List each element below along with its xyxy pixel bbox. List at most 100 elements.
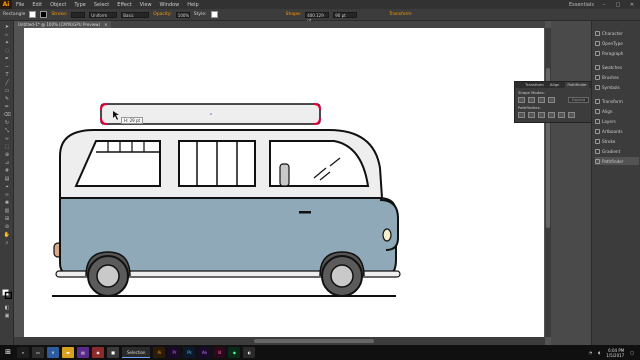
dock-pathfinder[interactable]: Pathfinder xyxy=(595,157,639,165)
stroke-swatch[interactable] xyxy=(40,11,48,18)
taskbar-active-app[interactable]: Selection xyxy=(122,347,151,358)
pen-tool-icon[interactable]: ✒ xyxy=(3,56,11,63)
tab-align[interactable]: Align xyxy=(550,82,560,88)
horizontal-scrollbar[interactable] xyxy=(14,337,545,345)
selection-tool-icon[interactable]: ➤ xyxy=(3,24,11,31)
dock-gradient[interactable]: Gradient xyxy=(595,147,639,155)
zoom-tool-icon[interactable]: ⌕ xyxy=(3,240,11,247)
magic-wand-tool-icon[interactable]: ✦ xyxy=(3,40,11,47)
height-field[interactable]: 90 pt xyxy=(333,11,358,18)
artboard[interactable]: H: 29 pt xyxy=(24,28,544,345)
workspace-switcher[interactable]: Essentials xyxy=(569,2,594,8)
gradient-tool-icon[interactable]: ▤ xyxy=(3,176,11,183)
dock-artboards[interactable]: Artboards xyxy=(595,127,639,135)
slice-tool-icon[interactable]: ⊘ xyxy=(3,224,11,231)
outline-button[interactable] xyxy=(558,112,565,118)
minimize-icon[interactable]: – xyxy=(600,2,608,8)
mesh-tool-icon[interactable]: # xyxy=(3,168,11,175)
dock-brushes[interactable]: Brushes xyxy=(595,73,639,81)
search-icon[interactable]: ⌕ xyxy=(17,347,29,358)
horizontal-scroll-thumb[interactable] xyxy=(254,339,374,343)
stroke-profile-select[interactable]: Uniform xyxy=(89,11,118,18)
shape-builder-tool-icon[interactable]: ⊕ xyxy=(3,152,11,159)
eyedropper-tool-icon[interactable]: ⌖ xyxy=(3,184,11,191)
line-tool-icon[interactable]: ╱ xyxy=(3,80,11,87)
dock-paragraph[interactable]: Paragraph xyxy=(595,49,639,57)
unite-button[interactable] xyxy=(518,97,525,103)
canvas-area[interactable]: H: 29 pt xyxy=(14,28,545,345)
blend-tool-icon[interactable]: ∞ xyxy=(3,192,11,199)
premiere-icon[interactable]: Pr xyxy=(168,347,181,358)
pencil-tool-icon[interactable]: ✏ xyxy=(3,104,11,111)
menu-type[interactable]: Type xyxy=(70,2,89,8)
rectangle-tool-icon[interactable]: ▭ xyxy=(3,88,11,95)
edge-icon[interactable]: e xyxy=(47,347,59,358)
maximize-icon[interactable]: □ xyxy=(614,2,622,8)
photoshop-icon[interactable]: Ps xyxy=(183,347,196,358)
dock-layers[interactable]: Layers xyxy=(595,117,639,125)
screen-mode-icon[interactable]: ▣ xyxy=(3,313,11,320)
lasso-tool-icon[interactable]: ◌ xyxy=(3,48,11,55)
close-icon[interactable]: ✕ xyxy=(628,2,636,8)
store-icon[interactable]: ▤ xyxy=(77,347,89,358)
clock[interactable]: 6:04 PM 1/5/2017 xyxy=(606,348,624,358)
dock-transform[interactable]: Transform xyxy=(595,97,639,105)
dock-swatches[interactable]: Swatches xyxy=(595,63,639,71)
type-tool-icon[interactable]: T xyxy=(3,72,11,79)
chrome-icon[interactable]: ◉ xyxy=(92,347,104,358)
intersect-button[interactable] xyxy=(538,97,545,103)
opacity-field[interactable]: 100% xyxy=(175,11,190,18)
artboard-tool-icon[interactable]: ⊞ xyxy=(3,216,11,223)
trim-button[interactable] xyxy=(528,112,535,118)
minus-front-button[interactable] xyxy=(528,97,535,103)
menu-select[interactable]: Select xyxy=(90,2,113,8)
menu-object[interactable]: Object xyxy=(46,2,70,8)
perspective-grid-tool-icon[interactable]: ⊿ xyxy=(3,160,11,167)
dock-character[interactable]: Character xyxy=(595,29,639,37)
after-effects-icon[interactable]: Ae xyxy=(198,347,211,358)
transform-label[interactable]: Transform xyxy=(389,12,411,17)
tab-close-icon[interactable]: × xyxy=(104,21,107,28)
volume-icon[interactable]: ◖ xyxy=(598,350,600,355)
hand-tool-icon[interactable]: ✋ xyxy=(3,232,11,239)
fill-swatch[interactable] xyxy=(29,11,37,18)
menu-view[interactable]: View xyxy=(136,2,156,8)
stroke-weight-field[interactable] xyxy=(71,11,86,18)
rotate-tool-icon[interactable]: ↻ xyxy=(3,120,11,127)
menu-edit[interactable]: Edit xyxy=(28,2,46,8)
eraser-tool-icon[interactable]: ⌫ xyxy=(3,112,11,119)
tab-transform[interactable]: Transform xyxy=(525,82,544,88)
tab-pathfinder[interactable]: Pathfinder xyxy=(565,82,589,88)
width-field[interactable]: 400.129 pt xyxy=(305,11,330,23)
style-swatch[interactable] xyxy=(210,11,218,18)
paintbrush-tool-icon[interactable]: ✎ xyxy=(3,96,11,103)
windows-start-icon[interactable]: ⊞ xyxy=(2,347,14,358)
menu-help[interactable]: Help xyxy=(183,2,202,8)
menu-window[interactable]: Window xyxy=(156,2,184,8)
brush-select[interactable]: Basic xyxy=(121,11,150,18)
file-explorer-icon[interactable]: ▬ xyxy=(62,347,74,358)
warp-tool-icon[interactable]: ≈ xyxy=(3,136,11,143)
document-tab[interactable]: Untitled-1* @ 100% (CMYK/GPU Preview) × xyxy=(14,21,112,28)
illustrator-icon[interactable]: Ai xyxy=(153,347,166,358)
merge-button[interactable] xyxy=(538,112,545,118)
direct-selection-tool-icon[interactable]: ▹ xyxy=(3,32,11,39)
notifications-icon[interactable]: ▢ xyxy=(630,350,634,355)
menu-effect[interactable]: Effect xyxy=(113,2,135,8)
opacity-label[interactable]: Opacity: xyxy=(153,12,172,17)
fill-stroke-icon[interactable] xyxy=(2,289,12,299)
stroke-label[interactable]: Stroke: xyxy=(51,12,67,17)
draw-mode-icon[interactable]: ◧ xyxy=(3,305,11,312)
expand-button[interactable]: Expand xyxy=(568,97,590,103)
divide-button[interactable] xyxy=(518,112,525,118)
dock-stroke[interactable]: Stroke xyxy=(595,137,639,145)
dock-align[interactable]: Align xyxy=(595,107,639,115)
menu-file[interactable]: File xyxy=(12,2,28,8)
task-view-icon[interactable]: ▭ xyxy=(32,347,44,358)
exclude-button[interactable] xyxy=(548,97,555,103)
crop-button[interactable] xyxy=(548,112,555,118)
app-icon[interactable]: ■ xyxy=(107,347,119,358)
column-graph-tool-icon[interactable]: ▥ xyxy=(3,208,11,215)
free-transform-tool-icon[interactable]: ⬚ xyxy=(3,144,11,151)
scale-tool-icon[interactable]: ⤡ xyxy=(3,128,11,135)
